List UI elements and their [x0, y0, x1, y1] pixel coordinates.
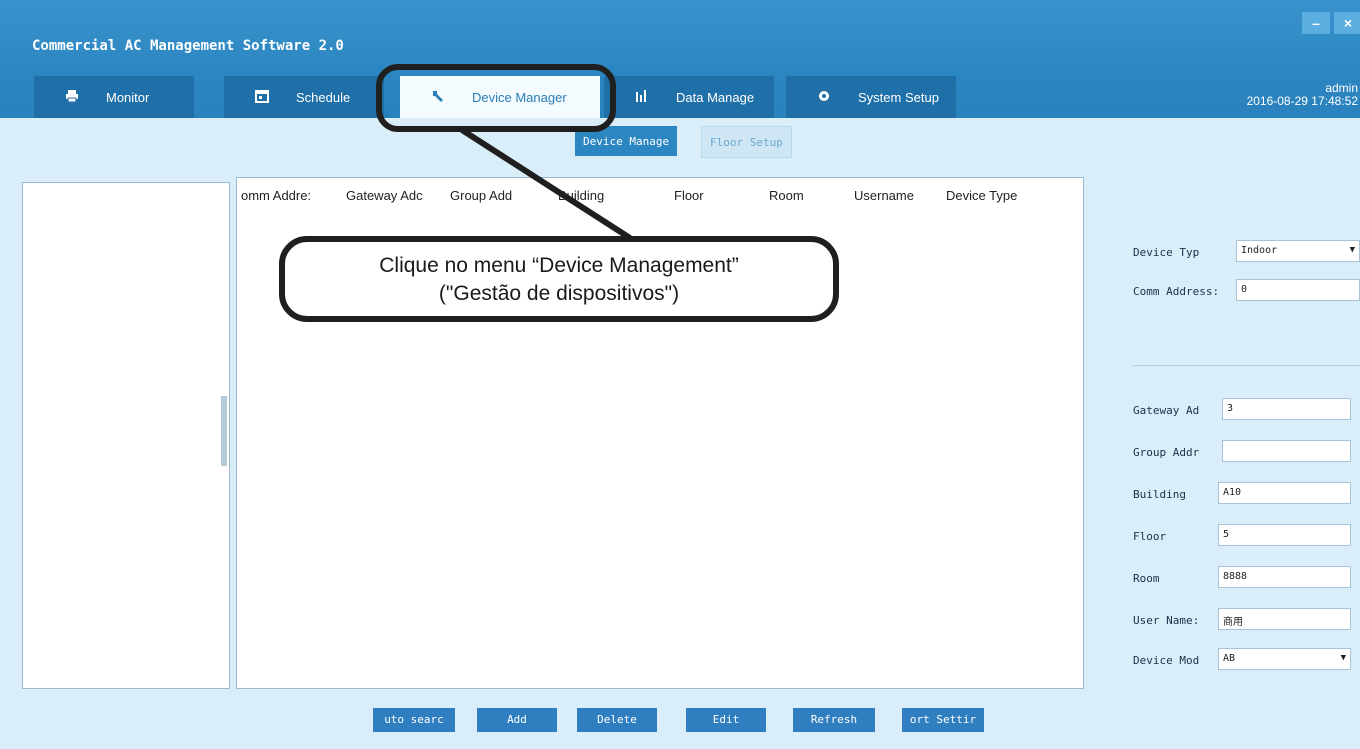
- callout-box: Clique no menu “Device Management” ("Ges…: [279, 236, 839, 322]
- callout-connector: [460, 127, 632, 241]
- callout-line-1: Clique no menu “Device Management”: [379, 254, 739, 277]
- callout-line-2: ("Gestão de dispositivos"): [438, 282, 680, 305]
